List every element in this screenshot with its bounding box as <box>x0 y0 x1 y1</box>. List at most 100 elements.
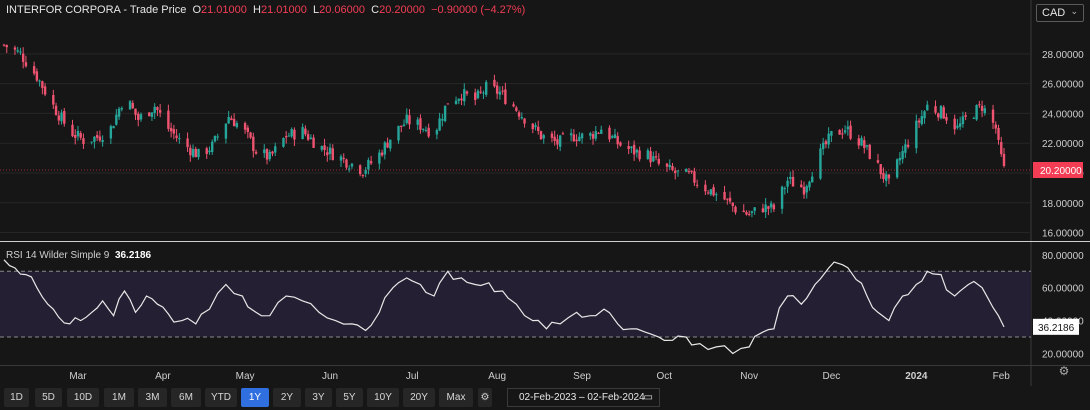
range-button-10d[interactable]: 10D <box>67 388 99 407</box>
time-tick-label: Dec <box>822 371 840 382</box>
range-settings-icon[interactable]: ⚙ <box>478 388 492 407</box>
range-button-1m[interactable]: 1M <box>104 388 134 407</box>
candle-body <box>74 135 77 138</box>
candle-body <box>520 117 524 119</box>
candle-body <box>153 106 156 113</box>
candle-body <box>282 137 285 147</box>
candle-body <box>824 141 828 145</box>
candle-body <box>134 108 137 115</box>
candle-body <box>827 133 830 145</box>
candle-body <box>367 159 370 170</box>
candle-body <box>879 164 882 175</box>
candle-body <box>594 131 597 139</box>
candle-body <box>712 187 715 196</box>
range-button-5y[interactable]: 5Y <box>336 388 363 407</box>
candle-body <box>539 131 543 140</box>
candle-body <box>980 105 984 111</box>
candle-body <box>304 128 307 135</box>
candle-body <box>668 164 671 168</box>
candle-body <box>101 140 104 143</box>
candle-body <box>975 105 978 120</box>
series-name: - Trade Price <box>120 4 187 16</box>
candle-body <box>695 184 699 186</box>
candle-body <box>958 123 962 127</box>
candle-body <box>597 132 600 134</box>
candle-body <box>917 120 921 123</box>
candle-body <box>484 82 488 95</box>
candle-body <box>748 213 751 215</box>
candle-body <box>2 44 6 46</box>
candle-body <box>32 66 36 74</box>
candle-body <box>167 110 170 129</box>
candle-body <box>994 124 997 129</box>
candle-body <box>895 159 899 178</box>
candle-body <box>115 114 118 125</box>
range-button-10y[interactable]: 10Y <box>367 388 399 407</box>
candle-body <box>328 147 332 154</box>
candle-body <box>553 136 556 141</box>
candles-group <box>2 43 1006 219</box>
candle-body <box>953 118 956 130</box>
candle-body <box>750 211 754 214</box>
candle-body <box>71 124 74 137</box>
candle-body <box>964 115 967 117</box>
symbol-name: INTERFOR CORPORA <box>6 4 121 16</box>
candle-body <box>657 158 660 164</box>
candle-body <box>638 150 641 160</box>
candle-body <box>498 91 502 95</box>
candle-body <box>654 156 658 158</box>
date-range-picker[interactable]: 02-Feb-2023 – 02-Feb-2024 ▭ <box>507 388 660 407</box>
candle-body <box>63 111 66 124</box>
open-label: O <box>192 4 202 16</box>
candle-body <box>904 144 907 153</box>
candle-body <box>400 125 403 127</box>
candle-body <box>345 159 348 168</box>
candle-body <box>635 149 639 153</box>
range-button-max[interactable]: Max <box>439 388 473 407</box>
range-button-6m[interactable]: 6M <box>171 388 201 407</box>
range-button-3m[interactable]: 3M <box>138 388 167 407</box>
candle-body <box>569 133 573 136</box>
time-tick-label: Jun <box>322 371 338 382</box>
candle-body <box>687 171 691 173</box>
candle-body <box>764 204 767 213</box>
range-button-1y[interactable]: 1Y <box>241 388 269 407</box>
candle-body <box>435 129 439 135</box>
candle-body <box>537 126 540 131</box>
candle-body <box>915 120 918 149</box>
candle-body <box>230 118 233 121</box>
range-button-2y[interactable]: 2Y <box>273 388 301 407</box>
candle-body <box>632 144 636 155</box>
candle-body <box>408 115 411 125</box>
currency-select[interactable]: CAD ⌄ <box>1036 4 1084 22</box>
candle-body <box>263 149 266 154</box>
candle-body <box>158 110 162 113</box>
candle-body <box>630 146 633 149</box>
candle-body <box>745 211 748 215</box>
candle-body <box>178 138 181 140</box>
candle-body <box>331 148 334 161</box>
candle-body <box>131 103 134 109</box>
candle-body <box>937 113 940 118</box>
chart-canvas[interactable]: 28.00000 26.00000 24.00000 22.00000 20.00000… <box>0 0 1090 386</box>
candle-body <box>674 170 677 174</box>
candle-body <box>227 116 230 124</box>
price-tick-label: 22.00000 <box>1042 139 1084 150</box>
settings-icon[interactable]: ⚙ <box>1057 364 1071 380</box>
candle-body <box>841 133 844 135</box>
candle-body <box>805 186 808 193</box>
range-button-5d[interactable]: 5D <box>35 388 62 407</box>
candle-body <box>454 100 458 104</box>
candle-body <box>402 124 406 127</box>
candle-body <box>652 156 655 162</box>
range-button-1d[interactable]: 1D <box>4 388 29 407</box>
time-tick-label: May <box>236 371 255 382</box>
candle-body <box>397 125 400 141</box>
candle-body <box>457 98 460 101</box>
range-button-3y[interactable]: 3Y <box>305 388 332 407</box>
candle-body <box>901 150 904 160</box>
candle-body <box>54 105 58 116</box>
range-button-20y[interactable]: 20Y <box>403 388 435 407</box>
range-button-ytd[interactable]: YTD <box>205 388 237 407</box>
candle-body <box>476 90 480 99</box>
